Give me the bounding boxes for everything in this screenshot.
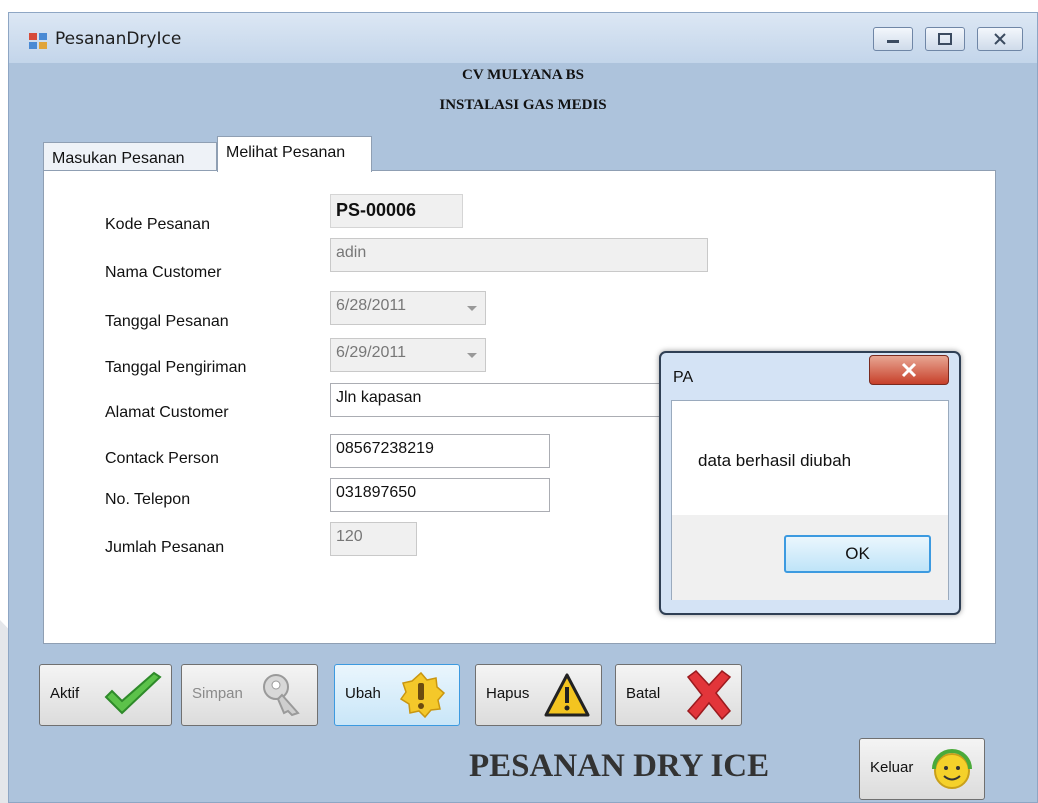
- dialog-button-area: OK: [672, 515, 948, 600]
- exclamation-badge-icon: [399, 671, 445, 719]
- dialog-title: PA: [673, 369, 694, 386]
- ok-button[interactable]: OK: [784, 535, 931, 573]
- form-icon: [29, 33, 47, 49]
- check-icon: [104, 671, 162, 715]
- simpan-button[interactable]: Simpan: [181, 664, 318, 726]
- keluar-label: Keluar: [870, 759, 914, 776]
- keluar-button[interactable]: Keluar: [859, 738, 985, 800]
- smiley-headset-icon: [932, 749, 972, 789]
- nama-customer-field[interactable]: adin: [330, 238, 708, 272]
- minimize-icon: [887, 40, 899, 43]
- chevron-down-icon: [467, 306, 477, 311]
- dialog-close-button[interactable]: [869, 355, 949, 385]
- chevron-down-icon: [467, 353, 477, 358]
- tanggal-pengiriman-value: 6/29/2011: [336, 344, 406, 361]
- tab-masukan-pesanan[interactable]: Masukan Pesanan: [43, 142, 217, 171]
- window-title: PesananDryIce: [55, 29, 182, 49]
- jumlah-pesanan-label: Jumlah Pesanan: [105, 539, 225, 556]
- telepon-label: No. Telepon: [105, 491, 191, 508]
- footer-title: PESANAN DRY ICE: [469, 748, 770, 784]
- dialog-body: data berhasil diubah OK: [671, 400, 949, 600]
- maximize-button[interactable]: [925, 27, 965, 51]
- minimize-button[interactable]: [873, 27, 913, 51]
- close-icon: [901, 362, 917, 378]
- batal-button[interactable]: Batal: [615, 664, 742, 726]
- company-subtitle: INSTALASI GAS MEDIS: [439, 97, 607, 113]
- red-x-icon: [686, 669, 732, 721]
- warning-triangle-icon: [544, 673, 590, 717]
- dialog-message: data berhasil diubah: [698, 451, 852, 470]
- title-bar: PesananDryIce: [9, 13, 1037, 63]
- alamat-customer-label: Alamat Customer: [105, 404, 229, 421]
- close-icon: [994, 33, 1006, 45]
- kode-pesanan-field: PS-00006: [330, 194, 463, 228]
- tanggal-pesanan-value: 6/28/2011: [336, 297, 406, 314]
- batal-label: Batal: [626, 685, 661, 702]
- aktif-button[interactable]: Aktif: [39, 664, 172, 726]
- aktif-label: Aktif: [50, 685, 80, 702]
- company-name: CV MULYANA BS: [462, 67, 584, 83]
- close-button[interactable]: [977, 27, 1023, 51]
- ubah-label: Ubah: [345, 685, 381, 702]
- key-icon: [263, 674, 300, 717]
- alamat-customer-field[interactable]: Jln kapasan: [330, 383, 676, 417]
- tanggal-pesanan-label: Tanggal Pesanan: [105, 313, 229, 330]
- tanggal-pesanan-picker[interactable]: 6/28/2011: [330, 291, 486, 325]
- tanggal-pengiriman-picker[interactable]: 6/29/2011: [330, 338, 486, 372]
- tab-melihat-pesanan[interactable]: Melihat Pesanan: [217, 136, 372, 172]
- tanggal-pengiriman-label: Tanggal Pengiriman: [105, 359, 247, 376]
- jumlah-pesanan-field[interactable]: 120: [330, 522, 417, 556]
- hapus-label: Hapus: [486, 685, 530, 702]
- nama-customer-label: Nama Customer: [105, 264, 222, 281]
- contact-person-label: Contack Person: [105, 450, 219, 467]
- telepon-field[interactable]: 031897650: [330, 478, 550, 512]
- hapus-button[interactable]: Hapus: [475, 664, 602, 726]
- simpan-label: Simpan: [192, 685, 243, 702]
- maximize-icon: [938, 33, 952, 45]
- kode-pesanan-label: Kode Pesanan: [105, 216, 210, 233]
- contact-person-field[interactable]: 08567238219: [330, 434, 550, 468]
- message-dialog: PA data berhasil diubah OK: [659, 351, 961, 615]
- ubah-button[interactable]: Ubah: [334, 664, 460, 726]
